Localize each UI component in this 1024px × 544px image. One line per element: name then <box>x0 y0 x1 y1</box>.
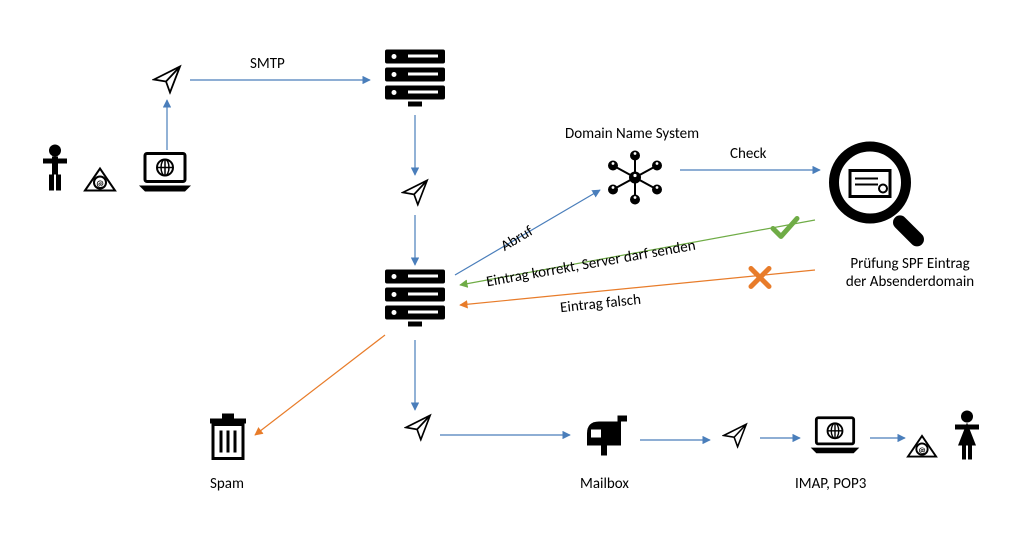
server-icon <box>380 268 450 333</box>
label-mailbox: Mailbox <box>580 475 629 493</box>
person-female-icon <box>950 410 984 467</box>
laptop-globe-icon <box>135 152 195 199</box>
paper-plane-icon <box>152 65 182 100</box>
email-at-icon: @ <box>906 427 938 464</box>
label-spam: Spam <box>210 475 244 493</box>
dns-network-icon <box>605 150 665 211</box>
svg-text:@: @ <box>918 446 926 456</box>
magnifier-certificate-icon <box>820 133 940 258</box>
label-smtp: SMTP <box>250 55 285 73</box>
person-icon <box>37 143 73 198</box>
label-spf: Prüfung SPF Eintrag der Absenderdomain <box>820 255 1000 291</box>
label-spf-line1: Prüfung SPF Eintrag <box>850 255 969 273</box>
diagram-canvas: @ @ SMTP Domain Name System Check Abruf … <box>0 0 1024 544</box>
trash-icon <box>207 413 249 468</box>
label-spf-line2: der Absenderdomain <box>846 273 974 291</box>
email-at-icon: @ <box>83 159 117 198</box>
laptop-globe-icon <box>807 416 863 461</box>
label-dns: Domain Name System <box>565 125 699 143</box>
svg-text:@: @ <box>96 179 104 190</box>
paper-plane-icon <box>401 179 429 212</box>
paper-plane-icon <box>722 423 748 454</box>
label-wrong: Eintrag falsch <box>559 291 642 317</box>
checkmark-icon <box>770 215 800 246</box>
cross-icon <box>747 265 773 296</box>
label-imap: IMAP, POP3 <box>795 475 866 493</box>
label-abruf: Abruf <box>498 222 537 255</box>
mailbox-icon <box>581 414 629 463</box>
server-icon <box>380 48 450 113</box>
label-check: Check <box>730 145 767 163</box>
paper-plane-icon <box>404 414 432 447</box>
